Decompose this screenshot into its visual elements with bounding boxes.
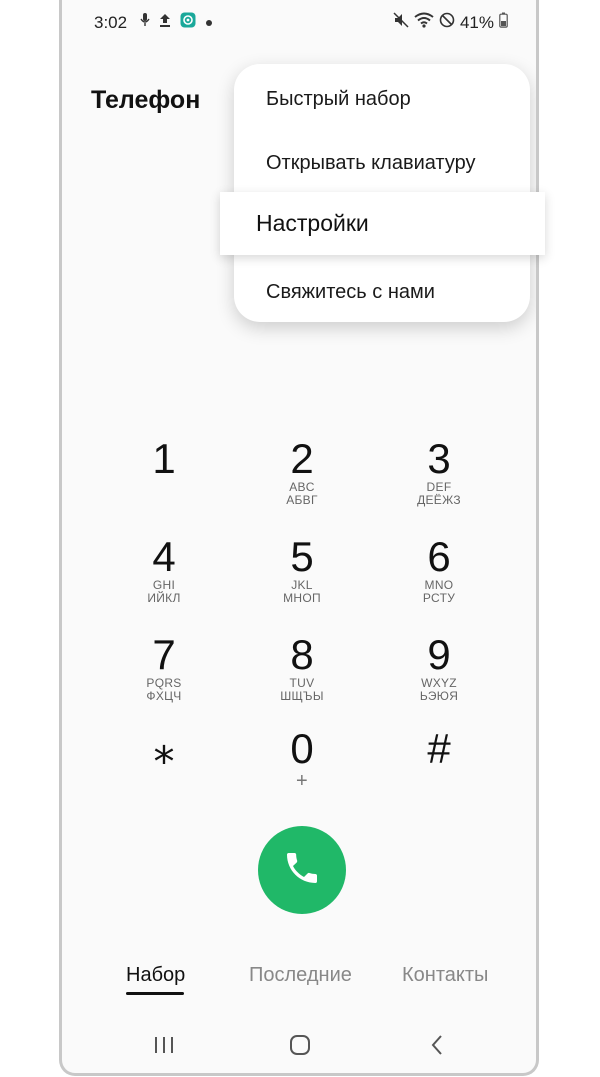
key-0[interactable]: 0 + (242, 725, 362, 792)
status-time: 3:02 (94, 13, 128, 32)
battery-icon (499, 12, 508, 33)
key-1[interactable]: 1 (104, 437, 224, 481)
key-digit: 4 (152, 533, 176, 580)
menu-item-contact-us[interactable]: Свяжитесь с нами (266, 281, 435, 304)
tab-contacts[interactable]: Контакты (402, 964, 488, 987)
key-digit: 3 (427, 435, 451, 482)
key-cyrillic-letters: МНОП (283, 591, 321, 605)
mic-icon (140, 12, 150, 33)
app-notification-icon (180, 12, 196, 33)
key-star[interactable]: ⁎ (104, 727, 224, 771)
menu-item-speed-dial[interactable]: Быстрый набор (266, 88, 411, 111)
key-digit: 6 (427, 533, 451, 580)
wifi-icon (414, 12, 434, 33)
menu-item-open-keypad[interactable]: Открывать клавиатуру (266, 152, 476, 175)
key-5[interactable]: 5 JKL МНОП (242, 535, 362, 605)
key-cyrillic-letters: РСТУ (422, 591, 456, 605)
key-cyrillic-letters: ШЩЪЫ (280, 689, 324, 703)
key-2[interactable]: 2 ABC АБВГ (242, 437, 362, 507)
tab-keypad[interactable]: Набор (126, 964, 185, 987)
key-digit: 7 (152, 631, 176, 678)
active-tab-indicator (126, 992, 184, 995)
key-4[interactable]: 4 GHI ИЙКЛ (104, 535, 224, 605)
key-digit: # (427, 725, 451, 772)
key-digit: 9 (427, 631, 451, 678)
key-digit: 2 (290, 435, 314, 482)
mute-icon (393, 12, 409, 33)
recents-icon[interactable] (152, 1033, 176, 1062)
key-3[interactable]: 3 DEF ДЕЁЖЗ (379, 437, 499, 507)
call-button[interactable] (258, 826, 346, 914)
menu-item-settings-label: Настройки (256, 210, 369, 236)
dot-icon (205, 14, 213, 32)
key-cyrillic-letters: ИЙКЛ (147, 591, 181, 605)
key-digit: 1 (152, 435, 176, 482)
key-hash[interactable]: # (379, 727, 499, 771)
page-title: Телефон (91, 86, 201, 114)
back-icon[interactable] (426, 1033, 450, 1062)
key-cyrillic-letters: ЬЭЮЯ (419, 689, 459, 703)
key-cyrillic-letters: ФХЦЧ (146, 689, 182, 703)
key-digit: 0 (290, 725, 314, 772)
key-digit: 8 (290, 631, 314, 678)
key-cyrillic-letters: АБВГ (286, 493, 318, 507)
key-digit: ⁎ (153, 725, 175, 772)
menu-item-settings[interactable]: Настройки (220, 192, 545, 255)
tab-recents[interactable]: Последние (249, 964, 352, 987)
key-9[interactable]: 9 WXYZ ЬЭЮЯ (379, 633, 499, 703)
key-7[interactable]: 7 PQRS ФХЦЧ (104, 633, 224, 703)
key-plus-label: + (296, 770, 308, 792)
phone-icon (282, 848, 322, 893)
do-not-disturb-icon (439, 12, 455, 33)
status-bar: 3:02 41% (62, 0, 536, 44)
phone-screen: 3:02 41% Телефон 1 2 ABC АБВГ 3 DEF ДЕЁЖ… (59, 0, 539, 1076)
key-8[interactable]: 8 TUV ШЩЪЫ (242, 633, 362, 703)
battery-percent: 41% (459, 12, 494, 32)
key-cyrillic-letters: ДЕЁЖЗ (417, 493, 461, 507)
key-digit: 5 (290, 533, 314, 580)
upload-icon (159, 12, 171, 33)
key-6[interactable]: 6 MNO РСТУ (379, 535, 499, 605)
home-icon[interactable] (288, 1033, 312, 1062)
